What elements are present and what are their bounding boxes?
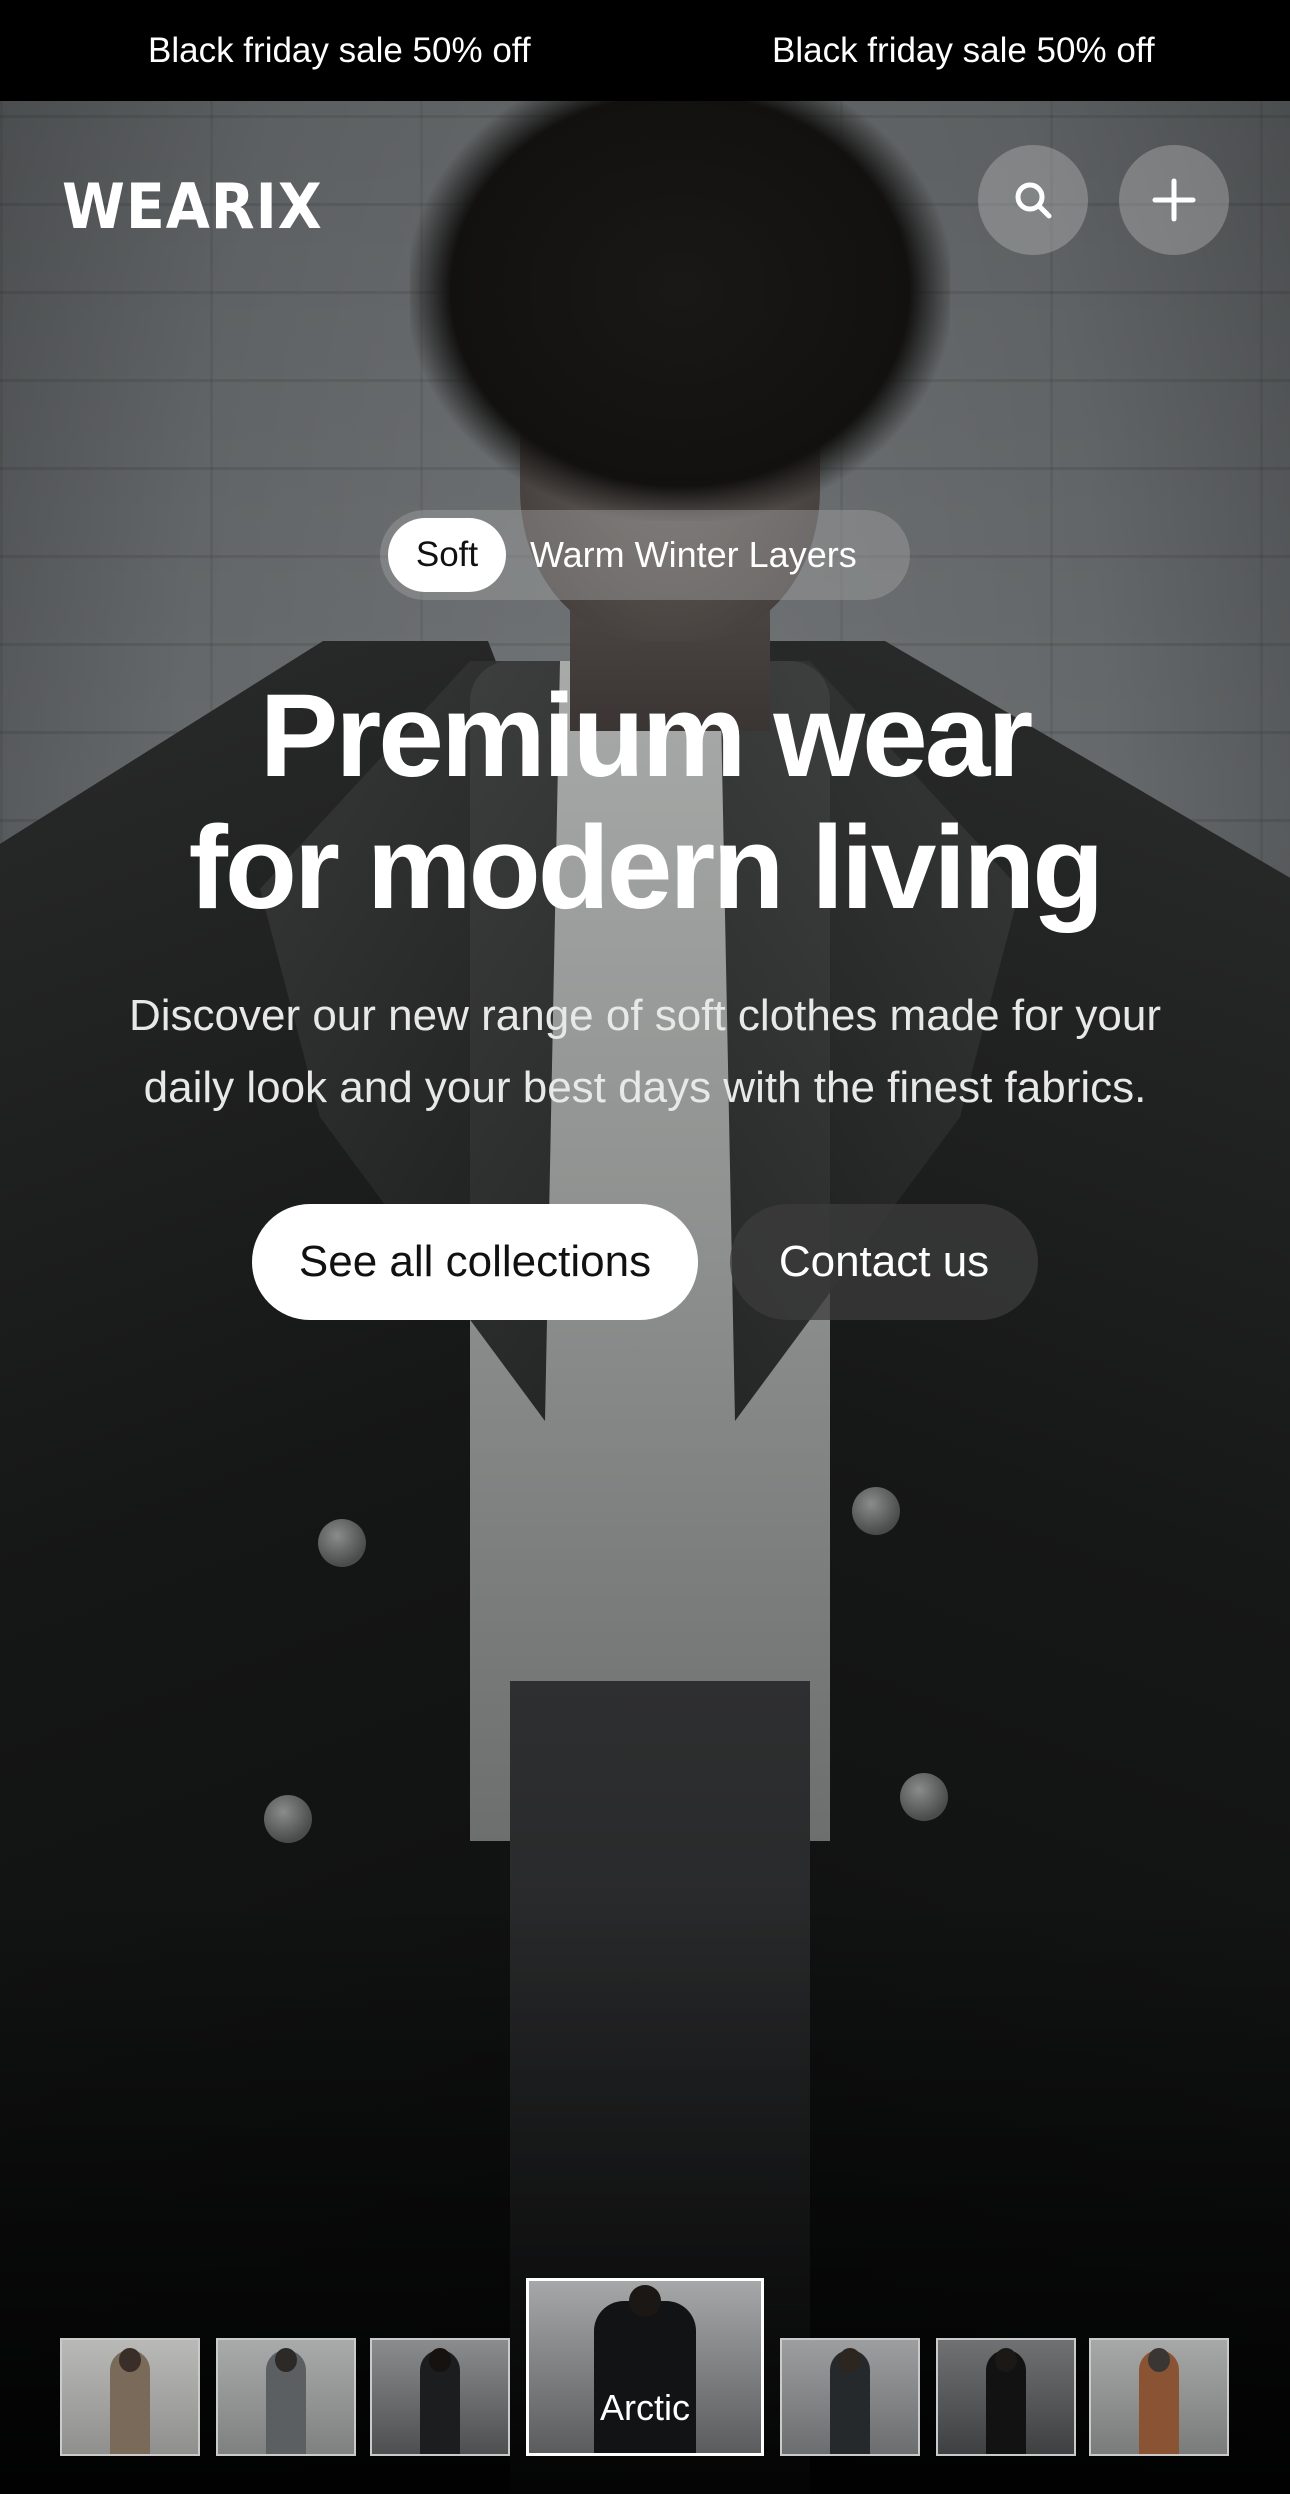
model-hair <box>410 101 950 521</box>
announcement-text: Black friday sale 50% off <box>148 30 531 70</box>
collection-thumbnail[interactable] <box>370 2338 510 2456</box>
collection-thumbnail[interactable] <box>780 2338 920 2456</box>
headline-line: for modern living <box>188 802 1105 934</box>
hero-subtext: Discover our new range of soft clothes m… <box>40 980 1250 1124</box>
collection-thumbnail-active[interactable]: Arctic <box>526 2278 764 2456</box>
thumbnail-label: Arctic <box>600 2387 690 2428</box>
tag-pill: Soft Warm Winter Layers <box>380 510 910 600</box>
search-button[interactable] <box>978 145 1088 255</box>
coat-button <box>852 1487 900 1535</box>
subtext-line: daily look and your best days with the f… <box>143 1063 1147 1112</box>
plus-icon <box>1152 178 1196 222</box>
logo[interactable]: WEARIX <box>62 170 323 243</box>
collection-thumbnail[interactable] <box>936 2338 1076 2456</box>
subtext-line: Discover our new range of soft clothes m… <box>128 991 1162 1040</box>
contact-us-button[interactable]: Contact us <box>730 1204 1038 1320</box>
collection-thumbnail[interactable] <box>1089 2338 1229 2456</box>
headline-line: Premium wear <box>259 670 1034 802</box>
announcement-bar: Black friday sale 50% off Black friday s… <box>0 0 1290 101</box>
see-all-collections-button[interactable]: See all collections <box>252 1204 698 1320</box>
coat-button <box>264 1795 312 1843</box>
hero-headline: Premium wear for modern living <box>0 670 1290 934</box>
collection-thumbnail[interactable] <box>60 2338 200 2456</box>
tag-text: Warm Winter Layers <box>530 534 857 575</box>
coat-button <box>900 1773 948 1821</box>
add-button[interactable] <box>1119 145 1229 255</box>
announcement-text: Black friday sale 50% off <box>772 30 1155 70</box>
search-icon <box>1015 182 1052 219</box>
tag-badge: Soft <box>388 518 506 592</box>
coat-button <box>318 1519 366 1567</box>
collection-thumbnail[interactable] <box>216 2338 356 2456</box>
